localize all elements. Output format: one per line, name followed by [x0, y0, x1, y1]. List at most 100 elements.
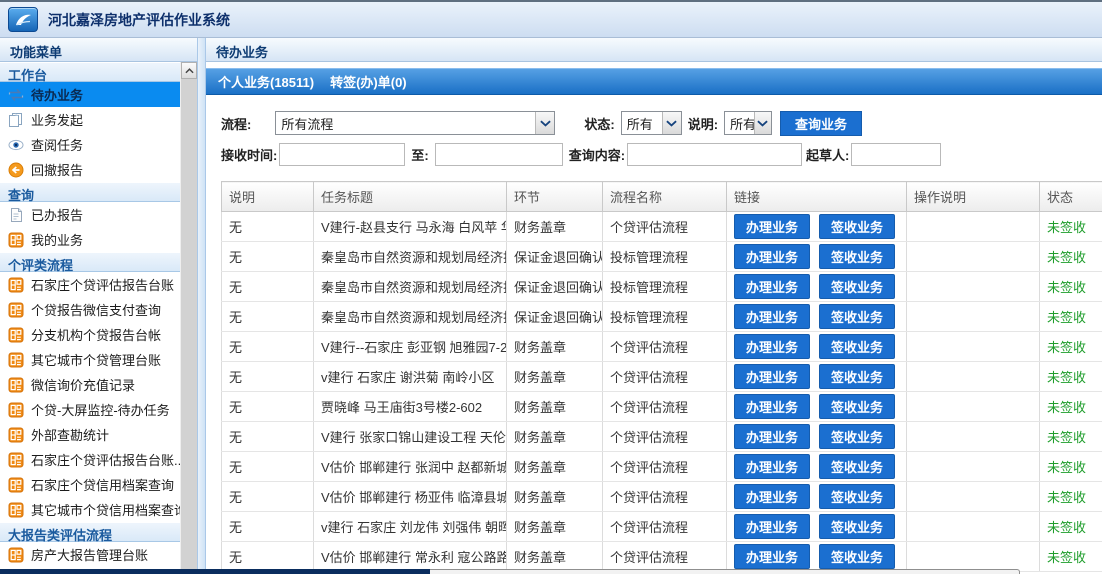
sidebar-item[interactable]: 其它城市个贷管理台账: [0, 347, 180, 372]
handle-business-button[interactable]: 办理业务: [734, 454, 810, 479]
sign-business-button[interactable]: 签收业务: [819, 544, 895, 569]
sidebar-item[interactable]: 外部查勘统计: [0, 422, 180, 447]
sidebar-item[interactable]: 个贷报告微信支付查询: [0, 297, 180, 322]
handle-business-button[interactable]: 办理业务: [734, 304, 810, 329]
sidebar-item[interactable]: 业务发起: [0, 107, 180, 132]
row-desc-cell: 无: [222, 482, 314, 512]
sign-business-button[interactable]: 签收业务: [819, 244, 895, 269]
row-link-cell: 办理业务签收业务: [727, 392, 907, 422]
sidebar-item[interactable]: 我的业务: [0, 227, 180, 252]
column-header: 环节: [507, 182, 603, 212]
sign-business-button[interactable]: 签收业务: [819, 484, 895, 509]
sign-business-button[interactable]: 签收业务: [819, 274, 895, 299]
row-title-cell: V估价 邯郸建行 张润中 赵都新城美: [314, 452, 507, 482]
row-desc-cell: 无: [222, 452, 314, 482]
row-step-cell: 财务盖章: [507, 332, 603, 362]
receive-time-to-input[interactable]: [435, 143, 563, 166]
drafter-input[interactable]: [851, 143, 941, 166]
row-link-cell: 办理业务签收业务: [727, 362, 907, 392]
row-op-cell: [907, 272, 1040, 302]
sign-business-button[interactable]: 签收业务: [819, 334, 895, 359]
row-status-cell: 未签收: [1040, 422, 1102, 452]
sidebar-menu: 工作台待办业务业务发起查阅任务回撤报告查询已办报告我的业务个评类流程石家庄个贷评…: [0, 62, 180, 574]
sidebar-item[interactable]: 石家庄个贷评估报告台账...: [0, 447, 180, 472]
status-select[interactable]: 所有: [621, 111, 682, 135]
row-link-cell: 办理业务签收业务: [727, 272, 907, 302]
row-op-cell: [907, 512, 1040, 542]
column-header: 操作说明: [907, 182, 1040, 212]
column-header: 链接: [727, 182, 907, 212]
row-title-cell: V估价 邯郸建行 常永利 寇公路路南: [314, 542, 507, 572]
sidebar-section-header: 工作台: [0, 62, 180, 82]
chevron-down-icon: [535, 112, 554, 134]
handle-business-button[interactable]: 办理业务: [734, 394, 810, 419]
sidebar-item[interactable]: 其它城市个贷信用档案查询: [0, 497, 180, 522]
sign-business-button[interactable]: 签收业务: [819, 214, 895, 239]
sidebar-item[interactable]: 房产大报告管理台账: [0, 542, 180, 567]
sidebar-panel-title: 功能菜单: [0, 38, 197, 62]
sign-business-button[interactable]: 签收业务: [819, 394, 895, 419]
sidebar-item-label: 石家庄个贷评估报告台账...: [31, 450, 180, 469]
handle-business-button[interactable]: 办理业务: [734, 334, 810, 359]
sidebar-item[interactable]: 已办报告: [0, 202, 180, 227]
note-label: 说明:: [688, 114, 718, 133]
sidebar-item[interactable]: 分支机构个贷报告台帐: [0, 322, 180, 347]
handle-business-button[interactable]: 办理业务: [734, 514, 810, 539]
ledger-icon: [7, 451, 24, 468]
main-panel: 待办业务 个人业务(18511)转签(办)单(0) 流程: 所有流程 状态: 所…: [206, 38, 1102, 574]
ledger-icon: [7, 476, 24, 493]
row-title-cell: V建行-赵县支行 马永海 白风苹 华: [314, 212, 507, 242]
handle-business-button[interactable]: 办理业务: [734, 364, 810, 389]
sign-business-button[interactable]: 签收业务: [819, 454, 895, 479]
sidebar-item[interactable]: 石家庄个贷评估报告台账: [0, 272, 180, 297]
to-label: 至:: [411, 145, 428, 164]
row-link-cell: 办理业务签收业务: [727, 422, 907, 452]
ledger-icon: [7, 401, 24, 418]
sign-business-button[interactable]: 签收业务: [819, 364, 895, 389]
row-op-cell: [907, 452, 1040, 482]
tab-1[interactable]: 转签(办)单(0): [330, 72, 407, 91]
row-step-cell: 财务盖章: [507, 212, 603, 242]
sidebar-item[interactable]: 石家庄个贷信用档案查询: [0, 472, 180, 497]
sidebar-item-label: 待办业务: [31, 85, 83, 104]
process-label: 流程:: [221, 114, 251, 133]
sidebar-item[interactable]: 待办业务: [0, 82, 180, 107]
row-flow-cell: 个贷评估流程: [603, 512, 727, 542]
search-business-button[interactable]: 查询业务: [780, 111, 862, 136]
app-title: 河北嘉泽房地产评估作业系统: [48, 10, 230, 30]
content-input[interactable]: [627, 143, 802, 166]
scroll-up-button[interactable]: [181, 62, 197, 79]
handle-business-button[interactable]: 办理业务: [734, 214, 810, 239]
process-select[interactable]: 所有流程: [275, 111, 555, 135]
handle-business-button[interactable]: 办理业务: [734, 244, 810, 269]
tab-0[interactable]: 个人业务(18511): [218, 72, 314, 91]
table-row: 无秦皇岛市自然资源和规划局经济技术保证金退回确认投标管理流程办理业务签收业务未签…: [222, 242, 1102, 272]
receive-time-input[interactable]: [279, 143, 405, 166]
sign-business-button[interactable]: 签收业务: [819, 424, 895, 449]
eye-icon: [7, 136, 24, 153]
handle-business-button[interactable]: 办理业务: [734, 544, 810, 569]
note-select[interactable]: 所有: [724, 111, 772, 135]
sidebar-item-label: 石家庄个贷信用档案查询: [31, 475, 174, 494]
row-op-cell: [907, 212, 1040, 242]
sidebar-scrollbar[interactable]: [180, 62, 197, 574]
handle-business-button[interactable]: 办理业务: [734, 484, 810, 509]
sidebar-item[interactable]: 微信询价充值记录: [0, 372, 180, 397]
sidebar-item[interactable]: 个贷-大屏监控-待办任务: [0, 397, 180, 422]
row-step-cell: 保证金退回确认: [507, 302, 603, 332]
table-header-row: 说明任务标题环节流程名称链接操作说明状态: [222, 182, 1102, 212]
sidebar-item[interactable]: 回撤报告: [0, 157, 180, 182]
handle-business-button[interactable]: 办理业务: [734, 424, 810, 449]
ledger-icon: [7, 426, 24, 443]
sidebar-item[interactable]: 查阅任务: [0, 132, 180, 157]
row-status-cell: 未签收: [1040, 452, 1102, 482]
sign-business-button[interactable]: 签收业务: [819, 304, 895, 329]
handle-business-button[interactable]: 办理业务: [734, 274, 810, 299]
sidebar-item-label: 个贷-大屏监控-待办任务: [31, 400, 170, 419]
row-op-cell: [907, 302, 1040, 332]
content-label: 查询内容:: [569, 145, 625, 164]
table-row: 无v建行 石家庄 刘龙伟 刘强伟 朝晖苑财务盖章个贷评估流程办理业务签收业务未签…: [222, 512, 1102, 542]
sign-business-button[interactable]: 签收业务: [819, 514, 895, 539]
bottom-partial-bar: [0, 569, 430, 574]
row-desc-cell: 无: [222, 212, 314, 242]
